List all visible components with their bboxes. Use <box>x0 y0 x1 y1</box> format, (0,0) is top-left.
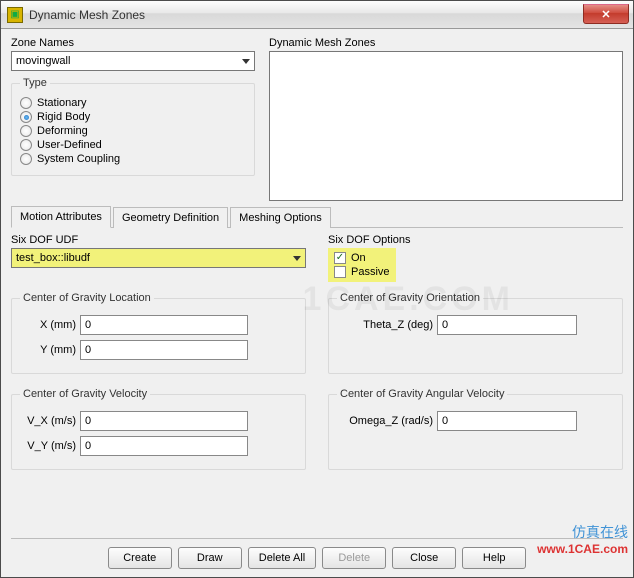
omega-z-label: Omega_Z (rad/s) <box>337 415 433 427</box>
type-option-label: Stationary <box>37 97 87 109</box>
sixdof-passive-label: Passive <box>351 266 390 278</box>
checkbox-icon <box>334 252 346 264</box>
sixdof-udf-label: Six DOF UDF <box>11 234 306 246</box>
vy-label: V_Y (m/s) <box>20 440 76 452</box>
close-icon: ✕ <box>601 8 610 21</box>
theta-z-input[interactable] <box>437 315 577 335</box>
title-bar[interactable]: ▣ Dynamic Mesh Zones ✕ <box>1 1 633 29</box>
vx-label: V_X (m/s) <box>20 415 76 427</box>
sixdof-on-label: On <box>351 252 366 264</box>
draw-button[interactable]: Draw <box>178 547 242 569</box>
client-area: Zone Names movingwall Type Stationary Ri… <box>1 29 633 577</box>
type-option-label: Deforming <box>37 125 88 137</box>
type-legend: Type <box>20 77 50 89</box>
tab-bar: Motion Attributes Geometry Definition Me… <box>11 205 623 228</box>
cog-location-legend: Center of Gravity Location <box>20 292 154 304</box>
sixdof-udf-value: test_box::libudf <box>16 252 90 264</box>
theta-z-label: Theta_Z (deg) <box>337 319 433 331</box>
sixdof-on-checkbox[interactable]: On <box>334 252 390 264</box>
dmz-listbox[interactable] <box>269 51 623 201</box>
dialog-window: ▣ Dynamic Mesh Zones ✕ Zone Names moving… <box>0 0 634 578</box>
radio-icon <box>20 111 32 123</box>
type-option-stationary[interactable]: Stationary <box>20 97 246 109</box>
cog-y-label: Y (mm) <box>20 344 76 356</box>
zone-names-label: Zone Names <box>11 37 255 49</box>
cog-location-group: Center of Gravity Location X (mm) Y (mm) <box>11 292 306 374</box>
type-option-user-defined[interactable]: User-Defined <box>20 139 246 151</box>
type-option-label: User-Defined <box>37 139 102 151</box>
cog-velocity-legend: Center of Gravity Velocity <box>20 388 150 400</box>
create-button[interactable]: Create <box>108 547 172 569</box>
type-option-deforming[interactable]: Deforming <box>20 125 246 137</box>
cog-x-label: X (mm) <box>20 319 76 331</box>
radio-icon <box>20 139 32 151</box>
checkbox-icon <box>334 266 346 278</box>
type-option-label: System Coupling <box>37 153 120 165</box>
delete-button: Delete <box>322 547 386 569</box>
dmz-list-label: Dynamic Mesh Zones <box>269 37 623 49</box>
close-dialog-button[interactable]: Close <box>392 547 456 569</box>
cog-x-input[interactable] <box>80 315 248 335</box>
delete-all-button[interactable]: Delete All <box>248 547 316 569</box>
sixdof-passive-checkbox[interactable]: Passive <box>334 266 390 278</box>
cog-angular-velocity-legend: Center of Gravity Angular Velocity <box>337 388 507 400</box>
window-title: Dynamic Mesh Zones <box>29 8 145 22</box>
vy-input[interactable] <box>80 436 248 456</box>
type-group: Type Stationary Rigid Body Deforming <box>11 77 255 176</box>
tab-page-motion-attributes: Six DOF UDF test_box::libudf Six DOF Opt… <box>11 228 623 478</box>
button-bar: Create Draw Delete All Delete Close Help <box>11 538 623 569</box>
cog-y-input[interactable] <box>80 340 248 360</box>
app-icon: ▣ <box>7 7 23 23</box>
sixdof-options-label: Six DOF Options <box>328 234 623 246</box>
zone-names-dropdown[interactable]: movingwall <box>11 51 255 71</box>
type-option-label: Rigid Body <box>37 111 90 123</box>
omega-z-input[interactable] <box>437 411 577 431</box>
cog-angular-velocity-group: Center of Gravity Angular Velocity Omega… <box>328 388 623 470</box>
cog-velocity-group: Center of Gravity Velocity V_X (m/s) V_Y… <box>11 388 306 470</box>
type-option-system-coupling[interactable]: System Coupling <box>20 153 246 165</box>
radio-icon <box>20 153 32 165</box>
tab-meshing-options[interactable]: Meshing Options <box>230 207 331 228</box>
sixdof-udf-dropdown[interactable]: test_box::libudf <box>11 248 306 268</box>
cog-orientation-legend: Center of Gravity Orientation <box>337 292 483 304</box>
tab-motion-attributes[interactable]: Motion Attributes <box>11 206 111 228</box>
type-option-rigid-body[interactable]: Rigid Body <box>20 111 246 123</box>
radio-icon <box>20 125 32 137</box>
help-button[interactable]: Help <box>462 547 526 569</box>
close-button[interactable]: ✕ <box>583 4 629 24</box>
radio-icon <box>20 97 32 109</box>
cog-orientation-group: Center of Gravity Orientation Theta_Z (d… <box>328 292 623 374</box>
zone-names-value: movingwall <box>16 55 70 67</box>
chevron-down-icon <box>242 59 250 64</box>
tab-geometry-definition[interactable]: Geometry Definition <box>113 207 228 228</box>
chevron-down-icon <box>293 256 301 261</box>
vx-input[interactable] <box>80 411 248 431</box>
